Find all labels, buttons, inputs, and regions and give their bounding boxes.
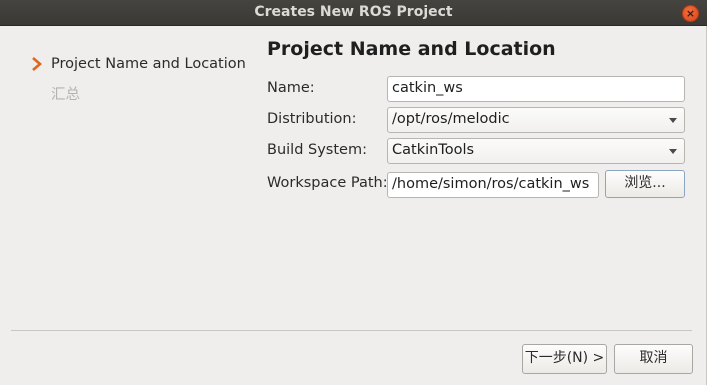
build-system-label: Build System:	[267, 142, 367, 158]
name-field[interactable]: catkin_ws	[387, 76, 685, 102]
close-icon[interactable]: ×	[682, 5, 699, 22]
build-system-selected-value: CatkinTools	[392, 142, 475, 158]
title-bar: Creates New ROS Project ×	[0, 0, 707, 26]
chevron-down-icon	[669, 118, 677, 123]
footer-divider	[11, 330, 692, 331]
distribution-selected-value: /opt/ros/melodic	[392, 111, 510, 127]
name-field-value: catkin_ws	[392, 80, 463, 96]
workspace-path-value: /home/simon/ros/catkin_ws	[392, 176, 590, 192]
next-button[interactable]: 下一步(N) >	[522, 344, 607, 374]
wizard-step-name-location: Project Name and Location	[51, 56, 246, 72]
chevron-down-icon	[669, 149, 677, 154]
browse-button[interactable]: 浏览...	[605, 170, 685, 198]
build-system-dropdown[interactable]: CatkinTools	[387, 138, 685, 164]
page-title: Project Name and Location	[267, 38, 556, 60]
workspace-path-field[interactable]: /home/simon/ros/catkin_ws	[387, 172, 599, 198]
distribution-dropdown[interactable]: /opt/ros/melodic	[387, 107, 685, 133]
current-step-arrow-icon	[32, 57, 42, 71]
distribution-label: Distribution:	[267, 111, 357, 127]
wizard-step-summary: 汇总	[51, 87, 80, 103]
cancel-button[interactable]: 取消	[614, 344, 693, 374]
window-title: Creates New ROS Project	[254, 4, 453, 20]
workspace-path-label: Workspace Path:	[267, 175, 388, 191]
name-label: Name:	[267, 80, 315, 96]
